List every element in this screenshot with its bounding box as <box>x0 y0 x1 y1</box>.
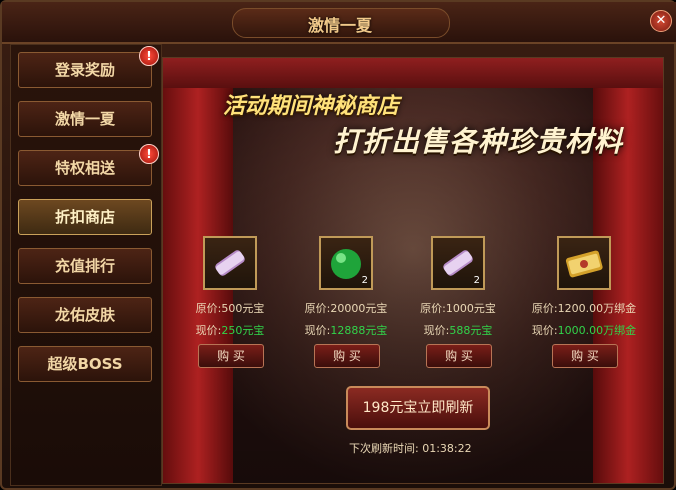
shop-item: 原价:1200.00万绑金 现价:1000.00万绑金 购 买 <box>529 236 639 376</box>
sidebar-item-dragon-skin[interactable]: 龙佑皮肤 <box>18 297 152 333</box>
sidebar-item-label: 折扣商店 <box>54 208 115 226</box>
original-price: 原价:1200.00万绑金 <box>529 300 639 316</box>
original-price: 原价:500元宝 <box>175 300 285 316</box>
original-price: 原价:1000元宝 <box>403 300 513 316</box>
original-price-label: 原价: <box>195 302 222 315</box>
curtain-top <box>163 58 663 88</box>
banner-line-2: 打折出售各种珍贵材料 <box>333 125 624 158</box>
sidebar-item-label: 激情一夏 <box>54 110 115 128</box>
current-price-value: 1000.00万绑金 <box>557 324 637 337</box>
title-bar: 激情一夏 ✕ <box>2 2 676 44</box>
sidebar-item-summer[interactable]: 激情一夏 <box>18 101 152 137</box>
original-price-label: 原价: <box>531 302 558 315</box>
current-price-label: 现价: <box>304 324 331 337</box>
shop-item: 2 原价:20000元宝 现价:12888元宝 购 买 <box>291 236 401 376</box>
current-price: 现价:588元宝 <box>403 322 513 338</box>
item-count: 2 <box>361 275 368 286</box>
current-price: 现价:1000.00万绑金 <box>529 322 639 338</box>
sidebar-item-label: 登录奖励 <box>54 61 115 79</box>
current-price-value: 588元宝 <box>449 324 493 337</box>
shop-item: 2 原价:1000元宝 现价:588元宝 购 买 <box>403 236 513 376</box>
refresh-timer-label: 下次刷新时间: <box>349 442 419 455</box>
current-price-value: 12888元宝 <box>330 324 388 337</box>
original-price: 原价:20000元宝 <box>291 300 401 316</box>
sidebar-item-discount-shop[interactable]: 折扣商店 <box>18 199 152 235</box>
sidebar-item-label: 超级BOSS <box>47 355 123 373</box>
refresh-timer-value: 01:38:22 <box>422 442 472 455</box>
green-orb-icon[interactable]: 2 <box>319 236 373 290</box>
scroll-icon[interactable] <box>203 236 257 290</box>
buy-button[interactable]: 购 买 <box>552 344 618 368</box>
refresh-button[interactable]: 198元宝立即刷新 <box>346 386 490 430</box>
original-price-value: 1000元宝 <box>445 302 496 315</box>
current-price-value: 250元宝 <box>221 324 265 337</box>
original-price-value: 500元宝 <box>221 302 265 315</box>
sidebar-item-recharge-rank[interactable]: 充值排行 <box>18 248 152 284</box>
original-price-value: 20000元宝 <box>330 302 388 315</box>
scroll-icon[interactable]: 2 <box>431 236 485 290</box>
sidebar-item-privilege[interactable]: 特权相送 ! <box>18 144 159 186</box>
buy-button[interactable]: 购 买 <box>426 344 492 368</box>
sidebar-item-super-boss[interactable]: 超级BOSS <box>18 346 152 382</box>
window-frame: 激情一夏 ✕ 登录奖励 ! 激情一夏 特权相送 ! 折扣商店 充值排行 龙佑皮肤… <box>0 0 676 490</box>
banner-line-1: 活动期间神秘商店 <box>223 94 400 119</box>
current-price: 现价:250元宝 <box>175 322 285 338</box>
sidebar-item-label: 充值排行 <box>54 257 115 275</box>
gold-scroll-icon[interactable] <box>557 236 611 290</box>
sidebar-item-label: 特权相送 <box>54 159 115 177</box>
original-price-label: 原价: <box>420 302 446 315</box>
sidebar-item-label: 龙佑皮肤 <box>54 306 115 324</box>
sidebar-item-login-reward[interactable]: 登录奖励 ! <box>18 46 159 88</box>
alert-icon: ! <box>139 46 159 66</box>
shop-panel: 活动期间神秘商店 打折出售各种珍贵材料 原价:500元宝 现价:250元宝 购 … <box>162 57 664 484</box>
current-price-label: 现价: <box>531 324 558 337</box>
original-price-value: 1200.00万绑金 <box>557 302 637 315</box>
shop-item: 原价:500元宝 现价:250元宝 购 买 <box>175 236 285 376</box>
close-icon[interactable]: ✕ <box>650 10 672 32</box>
alert-icon: ! <box>139 144 159 164</box>
window-title: 激情一夏 <box>307 16 372 35</box>
original-price-label: 原价: <box>304 302 331 315</box>
current-price: 现价:12888元宝 <box>291 322 401 338</box>
current-price-label: 现价: <box>423 324 450 337</box>
current-price-label: 现价: <box>195 324 222 337</box>
buy-button[interactable]: 购 买 <box>198 344 264 368</box>
buy-button[interactable]: 购 买 <box>314 344 380 368</box>
item-count: 2 <box>473 275 480 286</box>
refresh-timer: 下次刷新时间: 01:38:22 <box>349 440 472 456</box>
